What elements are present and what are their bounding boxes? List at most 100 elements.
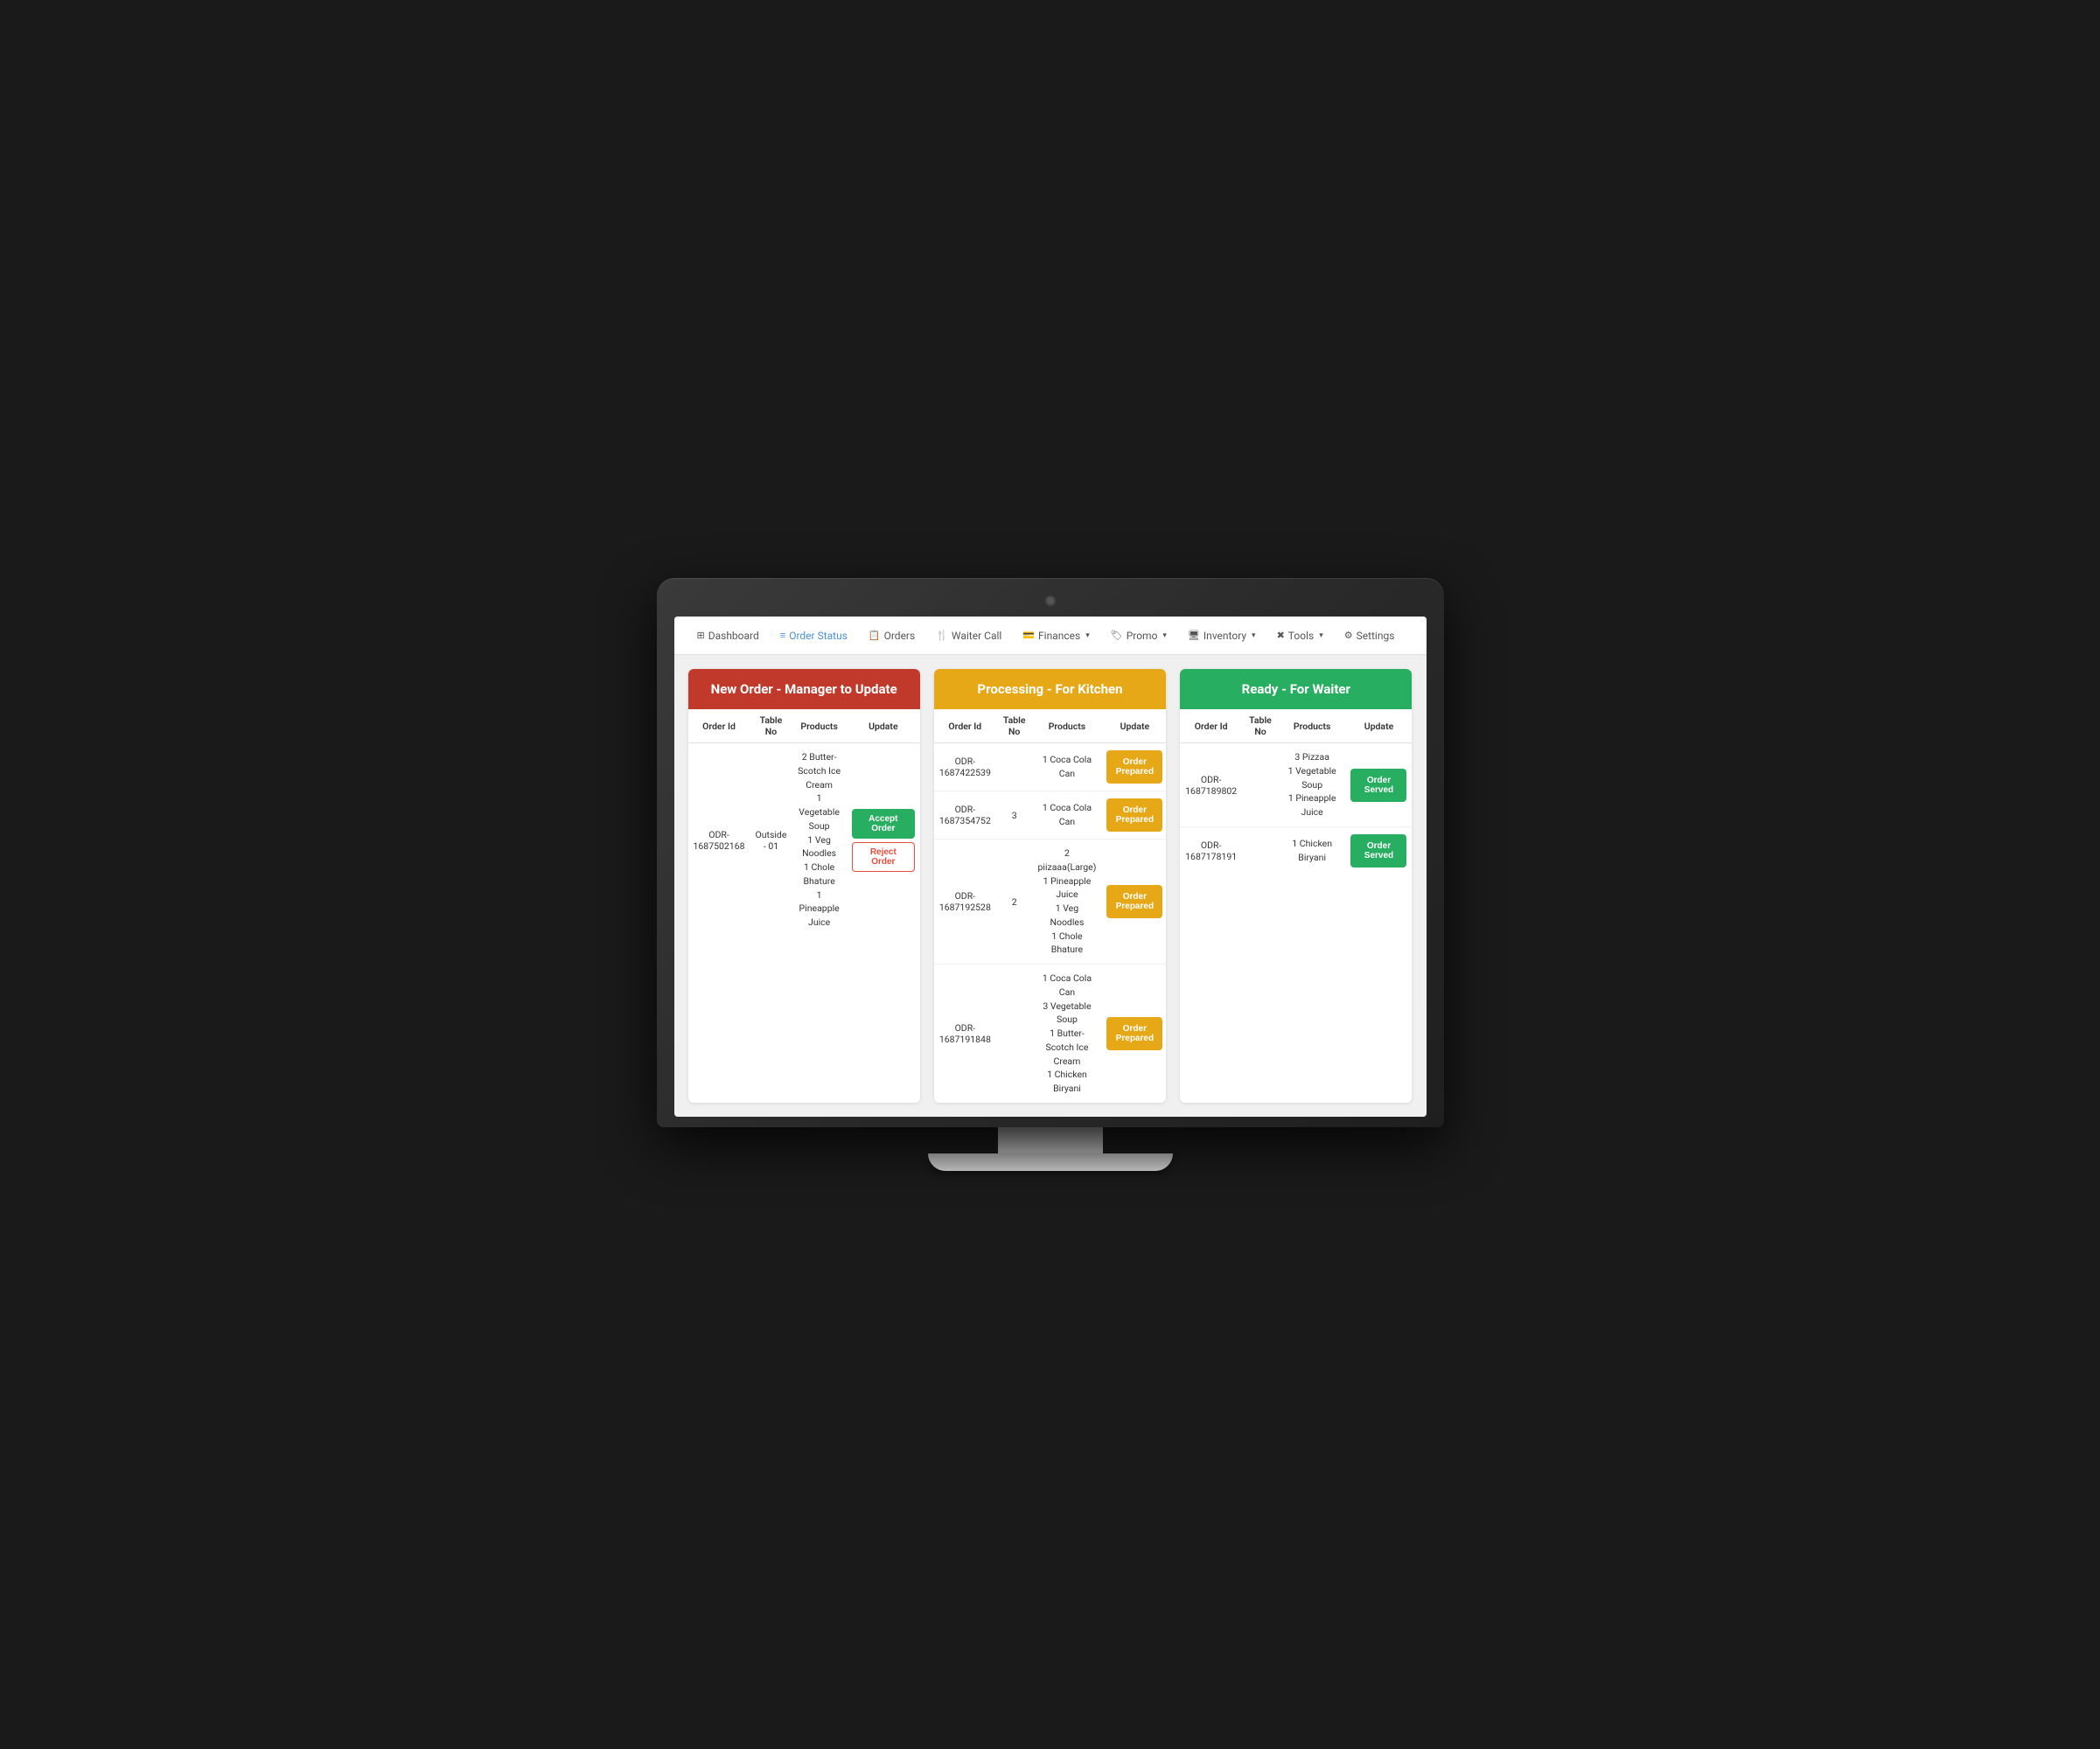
inventory-icon: 🖥 (1188, 630, 1200, 641)
processing-col-update: Update (1101, 709, 1166, 743)
ready-header: Ready - For Waiter (1180, 669, 1412, 709)
order-served-button-1[interactable]: Order Served (1350, 769, 1406, 802)
monitor-screen: ⊞ Dashboard ≡ Order Status 📋 Orders 🍴 Wa… (674, 617, 1427, 1117)
products-cell: 1 Coca Cola Can 3 Vegetable Soup 1 Butte… (1033, 965, 1102, 1103)
table-row: ODR-1687189802 3 Pizzaa 1 Vegetable Soup… (1180, 743, 1412, 827)
promo-icon: 🏷 (1111, 630, 1123, 641)
processing-col-products: Products (1033, 709, 1102, 743)
accept-order-button[interactable]: Accept Order (852, 809, 915, 839)
monitor-bezel-top (674, 592, 1427, 610)
orders-icon: 📋 (869, 630, 881, 641)
order-status-icon: ≡ (780, 630, 785, 641)
table-row: ODR-1687422539 1 Coca Cola Can Order Pre… (934, 743, 1166, 791)
camera-dot (1047, 597, 1054, 604)
nav-promo-label: Promo (1127, 630, 1158, 642)
tools-icon: ✖ (1277, 630, 1285, 641)
order-id-cell: ODR-1687422539 (934, 743, 996, 791)
processing-col-table-no: TableNo (996, 709, 1033, 743)
processing-table: Order Id TableNo Products Update ODR-168… (934, 709, 1166, 1103)
update-cell: Order Prepared (1101, 965, 1166, 1103)
nav-settings[interactable]: ⚙ Settings (1336, 624, 1404, 647)
nav-dashboard-label: Dashboard (708, 630, 759, 642)
ready-col-products: Products (1279, 709, 1346, 743)
nav-order-status[interactable]: ≡ Order Status (771, 624, 856, 647)
processing-column: Processing - For Kitchen Order Id TableN… (934, 669, 1166, 1103)
reject-order-button[interactable]: Reject Order (852, 842, 915, 872)
tools-caret: ▾ (1319, 631, 1323, 640)
settings-icon: ⚙ (1344, 630, 1353, 641)
new-order-table: Order Id TableNo Products Update ODR-168… (688, 709, 920, 937)
nav-orders-label: Orders (884, 630, 916, 642)
new-order-col-table-no: TableNo (750, 709, 792, 743)
nav-order-status-label: Order Status (789, 630, 848, 642)
nav-settings-label: Settings (1357, 630, 1395, 642)
table-no-cell: 3 (996, 791, 1033, 840)
update-cell: Order Prepared (1101, 743, 1166, 791)
table-no-cell (996, 743, 1033, 791)
new-order-column: New Order - Manager to Update Order Id T… (688, 669, 920, 1103)
finances-caret: ▾ (1085, 631, 1090, 640)
table-no-cell: Outside- 01 (750, 743, 792, 937)
waiter-call-icon: 🍴 (936, 630, 948, 641)
products-cell: 1 Chicken Biryani (1279, 826, 1346, 874)
order-id-cell: ODR-1687191848 (934, 965, 996, 1103)
order-id-cell: ODR-1687502168 (688, 743, 750, 937)
dashboard-icon: ⊞ (697, 630, 705, 641)
processing-col-order-id: Order Id (934, 709, 996, 743)
monitor-container: ⊞ Dashboard ≡ Order Status 📋 Orders 🍴 Wa… (657, 578, 1444, 1171)
products-cell: 2 Butter-Scotch Ice Cream 1 Vegetable So… (792, 743, 846, 937)
update-cell: Order Served (1345, 826, 1412, 874)
ready-table: Order Id TableNo Products Update ODR-168… (1180, 709, 1412, 874)
monitor-frame: ⊞ Dashboard ≡ Order Status 📋 Orders 🍴 Wa… (657, 578, 1444, 1127)
nav-inventory[interactable]: 🖥 Inventory ▾ (1179, 624, 1265, 647)
order-id-cell: ODR-1687354752 (934, 791, 996, 840)
nav-promo[interactable]: 🏷 Promo ▾ (1102, 624, 1176, 647)
new-order-header: New Order - Manager to Update (688, 669, 920, 709)
update-cell: Order Prepared (1101, 840, 1166, 965)
products-cell: 2 piizaaa(Large) 1 Pineapple Juice 1 Veg… (1033, 840, 1102, 965)
order-id-cell: ODR-1687178191 (1180, 826, 1242, 874)
nav-orders[interactable]: 📋 Orders (860, 624, 924, 647)
ready-col-table-no: TableNo (1242, 709, 1279, 743)
nav-tools-label: Tools (1288, 630, 1314, 642)
table-no-cell: 2 (996, 840, 1033, 965)
processing-header: Processing - For Kitchen (934, 669, 1166, 709)
order-id-cell: ODR-1687189802 (1180, 743, 1242, 827)
inventory-caret: ▾ (1252, 631, 1256, 640)
table-no-cell (996, 965, 1033, 1103)
update-cell: Order Served (1345, 743, 1412, 827)
ready-column: Ready - For Waiter Order Id TableNo Prod… (1180, 669, 1412, 1103)
order-prepared-button-1[interactable]: Order Prepared (1106, 750, 1162, 784)
table-row: ODR-1687178191 1 Chicken Biryani Order S… (1180, 826, 1412, 874)
nav-waiter-call[interactable]: 🍴 Waiter Call (927, 624, 1010, 647)
order-prepared-button-3[interactable]: Order Prepared (1106, 885, 1162, 918)
table-row: ODR-1687192528 2 2 piizaaa(Large) 1 Pine… (934, 840, 1166, 965)
table-no-cell (1242, 826, 1279, 874)
order-prepared-button-4[interactable]: Order Prepared (1106, 1017, 1162, 1050)
new-order-col-order-id: Order Id (688, 709, 750, 743)
app-container: ⊞ Dashboard ≡ Order Status 📋 Orders 🍴 Wa… (674, 617, 1427, 1117)
main-content: New Order - Manager to Update Order Id T… (674, 655, 1427, 1117)
table-no-cell (1242, 743, 1279, 827)
order-id-cell: ODR-1687192528 (934, 840, 996, 965)
order-prepared-button-2[interactable]: Order Prepared (1106, 798, 1162, 832)
products-cell: 1 Coca Cola Can (1033, 743, 1102, 791)
new-order-col-update: Update (847, 709, 920, 743)
nav-dashboard[interactable]: ⊞ Dashboard (688, 624, 768, 647)
order-served-button-2[interactable]: Order Served (1350, 834, 1406, 868)
nav-inventory-label: Inventory (1203, 630, 1246, 642)
ready-col-update: Update (1345, 709, 1412, 743)
monitor-stand-base (928, 1153, 1173, 1171)
nav-finances-label: Finances (1038, 630, 1080, 642)
update-cell: Accept Order Reject Order (847, 743, 920, 937)
products-cell: 1 Coca Cola Can (1033, 791, 1102, 840)
table-row: ODR-1687354752 3 1 Coca Cola Can Order P… (934, 791, 1166, 840)
finances-icon: 💳 (1022, 630, 1035, 641)
table-row: ODR-1687502168 Outside- 01 2 Butter-Scot… (688, 743, 920, 937)
nav-tools[interactable]: ✖ Tools ▾ (1268, 624, 1332, 647)
monitor-stand-neck (998, 1127, 1103, 1153)
promo-caret: ▾ (1162, 631, 1167, 640)
nav-finances[interactable]: 💳 Finances ▾ (1014, 624, 1098, 647)
update-cell: Order Prepared (1101, 791, 1166, 840)
nav-waiter-call-label: Waiter Call (952, 630, 1001, 642)
